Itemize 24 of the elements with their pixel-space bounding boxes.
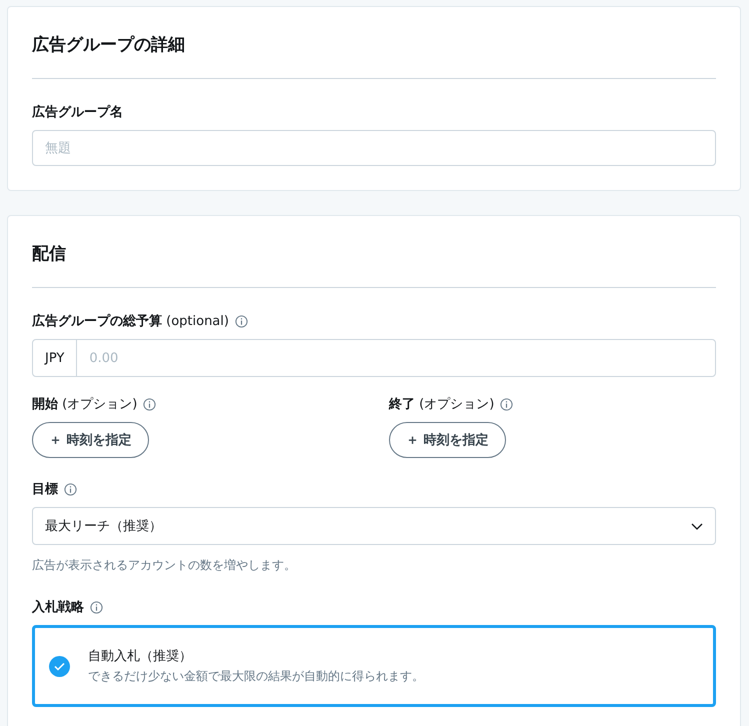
bid-option[interactable]: 自動入札（推奨） できるだけ少ない金額で最大限の結果が自動的に得られます。 — [32, 625, 716, 707]
field-label: 開始 (オプション) — [32, 396, 138, 413]
goal-dropdown[interactable]: 最大リーチ（推奨） — [32, 507, 716, 545]
info-icon[interactable] — [64, 482, 77, 496]
option-description: できるだけ少ない金額で最大限の結果が自動的に得られます。 — [88, 668, 424, 685]
section-title: 配信 — [32, 242, 716, 288]
field-label: 広告グループ名 — [32, 104, 123, 121]
section-title: 広告グループの詳細 — [32, 33, 716, 79]
help-text: 広告が表示されるアカウントの数を増やします。 — [32, 557, 297, 574]
option-title: 自動入札（推奨） — [88, 648, 193, 665]
field-label: 入札戦略 — [32, 598, 84, 616]
ad-group-name-field[interactable]: 無題 — [32, 130, 716, 166]
field-label: 終了 (オプション) — [389, 396, 494, 413]
info-icon[interactable] — [143, 398, 156, 410]
field-label: 目標 — [32, 481, 58, 498]
budget-field[interactable]: JPY 0.00 — [32, 339, 716, 377]
chevron-down-icon — [691, 522, 703, 530]
field-label: 広告グループの総予算 (optional) — [32, 312, 229, 330]
set-time-button[interactable]: ＋ 時刻を指定 — [32, 422, 149, 458]
info-icon[interactable] — [90, 600, 103, 614]
info-icon[interactable] — [500, 398, 514, 410]
check-icon — [49, 656, 70, 676]
set-time-button[interactable]: ＋ 時刻を指定 — [389, 422, 506, 458]
info-icon[interactable] — [234, 314, 248, 328]
